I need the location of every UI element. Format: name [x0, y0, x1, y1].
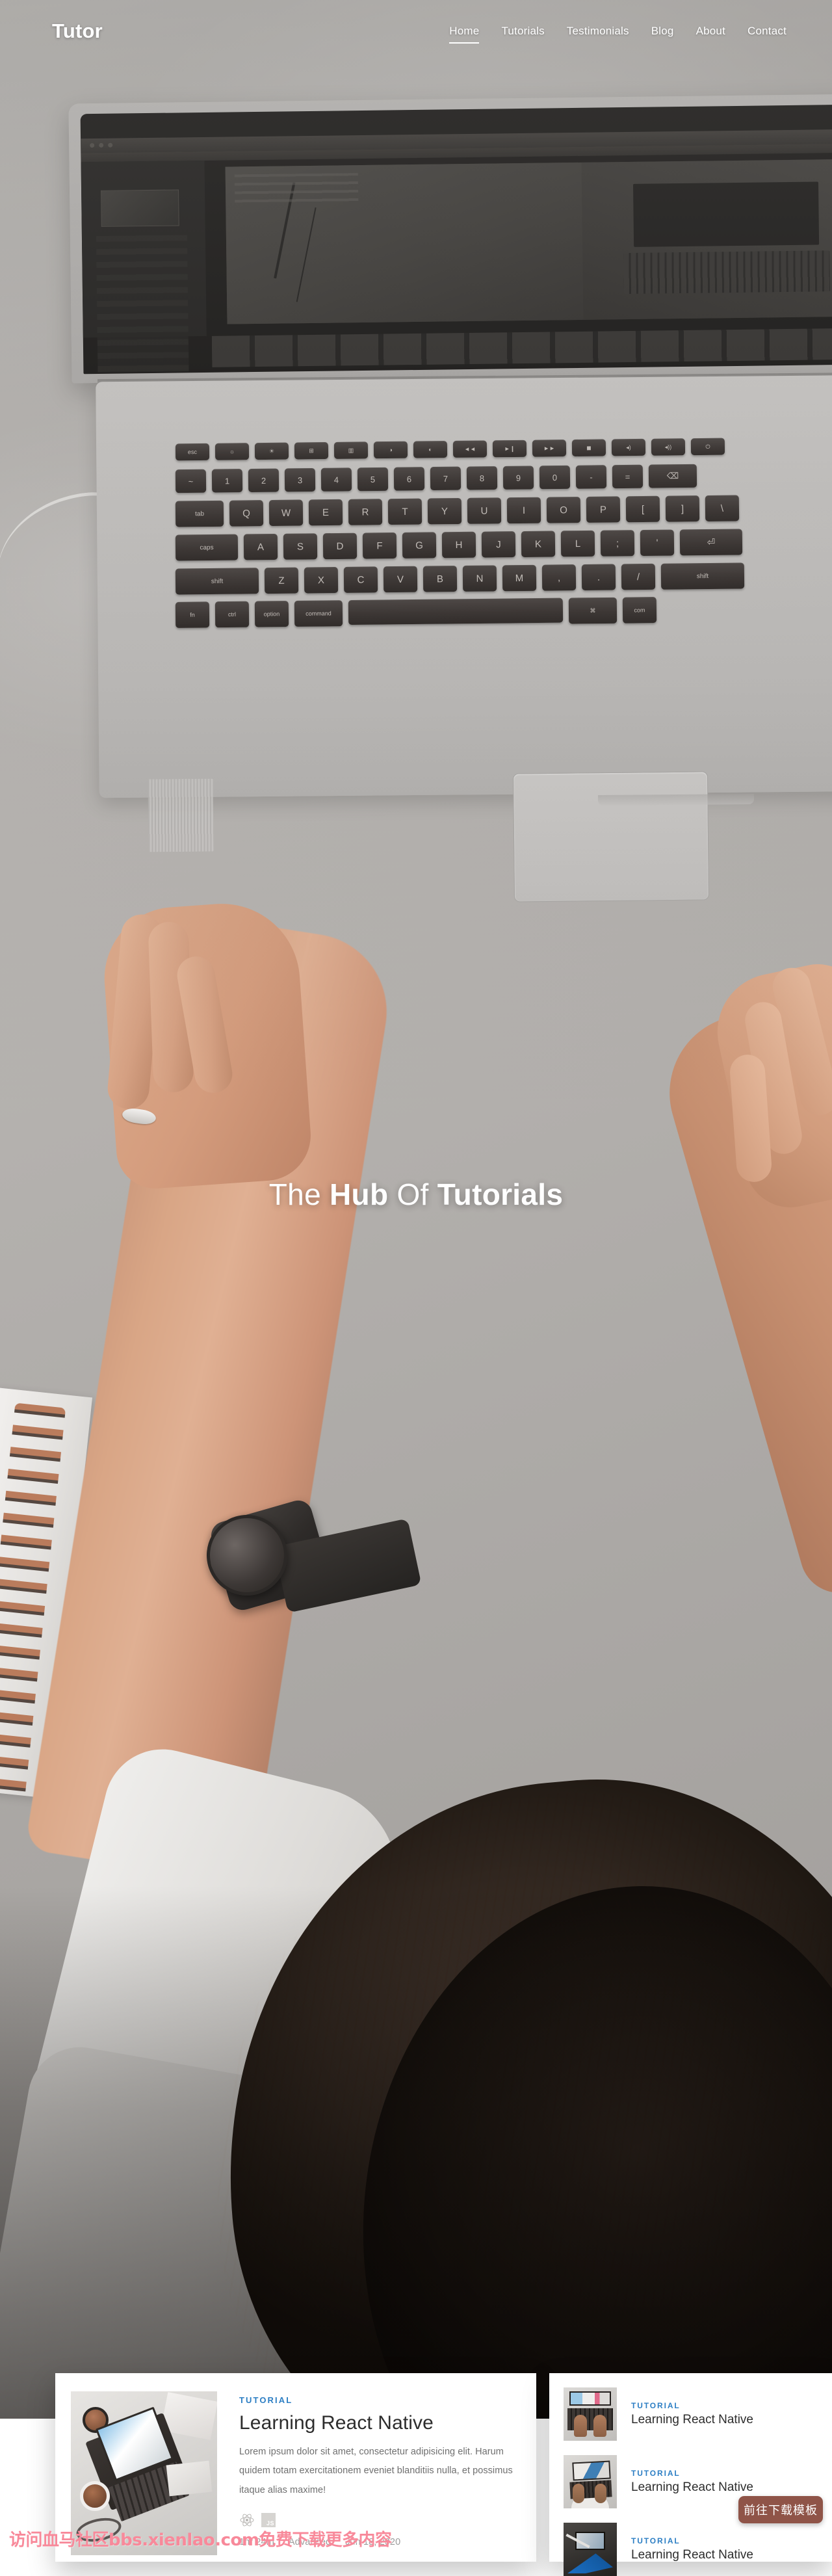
- featured-card-category: TUTORIAL: [239, 2395, 293, 2405]
- hero-headline-tutorials: Tutorials: [437, 1177, 564, 1211]
- featured-card-title[interactable]: Learning React Native: [239, 2412, 519, 2434]
- site-watermark: 访问血马社区bbs.xienlao.com免费下载更多内容: [9, 2530, 392, 2550]
- featured-card-tech-icons: JS: [239, 2512, 519, 2528]
- download-template-button[interactable]: 前往下载模板: [738, 2496, 823, 2523]
- hero-headline-hub: Hub: [330, 1177, 389, 1211]
- list-item-thumbnail-1: [564, 2387, 617, 2441]
- main-navigation: Home Tutorials Testimonials Blog About C…: [449, 25, 786, 44]
- list-item-category-1: TUTORIAL: [631, 2401, 681, 2410]
- list-item[interactable]: TUTORIAL Learning React Native: [564, 2387, 832, 2441]
- list-item-thumbnail-3: [564, 2523, 617, 2576]
- list-item-title-1[interactable]: Learning React Native: [631, 2413, 753, 2427]
- thumb1-screen: [569, 2391, 611, 2406]
- thumb2-screen: [572, 2460, 611, 2481]
- hero-bottom-vignette: [0, 1886, 832, 2419]
- list-item-body-3: TUTORIAL Learning React Native: [631, 2536, 753, 2562]
- list-item-body-2: TUTORIAL Learning React Native: [631, 2469, 753, 2495]
- react-icon: [239, 2512, 255, 2528]
- list-item-thumbnail-2: [564, 2455, 617, 2508]
- thumb-notepad: [166, 2460, 213, 2497]
- list-item-category-2: TUTORIAL: [631, 2469, 681, 2478]
- hero-headline-of: Of: [388, 1177, 437, 1211]
- featured-card-description: Lorem ipsum dolor sit amet, consectetur …: [239, 2446, 513, 2496]
- list-item-title-3[interactable]: Learning React Native: [631, 2548, 753, 2562]
- site-header: Tutor Home Tutorials Testimonials Blog A…: [0, 0, 832, 62]
- thumb2-hand-left: [573, 2484, 584, 2503]
- js-icon: JS: [261, 2512, 276, 2527]
- nav-item-home[interactable]: Home: [449, 25, 480, 44]
- hero-headline-the: The: [268, 1177, 330, 1211]
- nav-item-blog[interactable]: Blog: [651, 25, 674, 43]
- nav-item-about[interactable]: About: [696, 25, 725, 43]
- thumb2-hand-right: [595, 2484, 606, 2503]
- thumb1-hand-right: [593, 2415, 606, 2437]
- list-item-title-2[interactable]: Learning React Native: [631, 2480, 753, 2495]
- nav-item-tutorials[interactable]: Tutorials: [501, 25, 544, 43]
- nav-item-contact[interactable]: Contact: [748, 25, 786, 43]
- thumb1-hand-left: [574, 2415, 587, 2437]
- list-item-category-3: TUTORIAL: [631, 2536, 681, 2545]
- site-logo[interactable]: Tutor: [52, 20, 103, 43]
- hero-headline: The Hub Of Tutorials: [0, 1177, 832, 1212]
- tutorial-list-card: TUTORIAL Learning React Native TUTORIAL …: [549, 2373, 832, 2576]
- thumb-mug: [80, 2481, 110, 2511]
- list-item[interactable]: TUTORIAL Learning React Native: [564, 2523, 832, 2576]
- nav-item-testimonials[interactable]: Testimonials: [567, 25, 629, 43]
- list-item-body-1: TUTORIAL Learning React Native: [631, 2401, 753, 2427]
